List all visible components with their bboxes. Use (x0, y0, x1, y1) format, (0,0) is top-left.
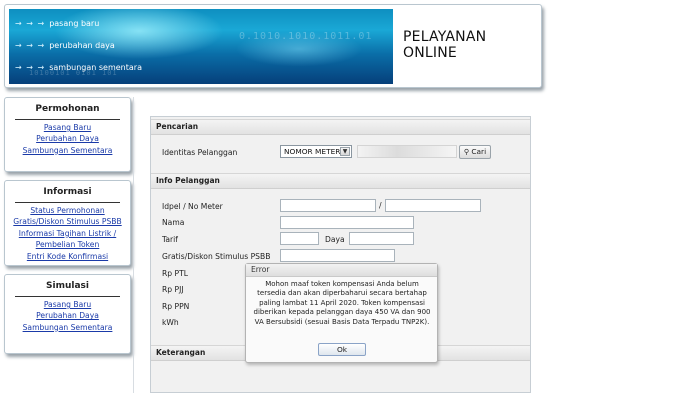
divider (15, 119, 120, 120)
idpel-field[interactable] (280, 199, 376, 212)
link-simulasi-perubahan-daya[interactable]: Perubahan Daya (5, 310, 130, 321)
search-icon: ⚲ (463, 148, 469, 156)
link-informasi-tagihan[interactable]: Informasi Tagihan Listrik / (5, 228, 130, 239)
identitas-label: Identitas Pelanggan (162, 148, 238, 157)
dialog-title: Error (246, 264, 437, 277)
link-gratis-diskon-stimulus[interactable]: Gratis/Diskon Stimulus PSBB (5, 216, 130, 227)
column-divider (133, 97, 134, 393)
simulasi-title: Simulasi (46, 281, 89, 291)
banner-link-perubahan-daya[interactable]: → → → perubahan daya (15, 41, 115, 50)
arrow-icons: → → → (15, 41, 46, 50)
rp-pjj-label: Rp PJJ (162, 285, 184, 294)
banner-link-sambungan-sementara[interactable]: → → → sambungan sementara (15, 63, 142, 72)
link-simulasi-sambungan-sementara[interactable]: Sambungan Sementara (5, 322, 130, 333)
divider (15, 296, 120, 297)
error-dialog: Error Mohon maaf token kompensasi Anda b… (245, 263, 438, 363)
ok-button[interactable]: Ok (318, 343, 366, 356)
identitas-type-select[interactable]: NOMOR METER ▼ (280, 145, 352, 158)
dialog-message: Mohon maaf token kompensasi Anda belum t… (253, 280, 431, 326)
cari-button[interactable]: ⚲ Cari (459, 145, 491, 159)
divider (15, 202, 120, 203)
simulasi-box: Simulasi Pasang Baru Perubahan Daya Samb… (4, 274, 131, 354)
tarif-label: Tarif (162, 235, 178, 244)
link-pembelian-token[interactable]: Pembelian Token (5, 239, 130, 250)
rp-ppn-label: Rp PPN (162, 302, 190, 311)
daya-label: Daya (325, 235, 345, 244)
link-pasang-baru[interactable]: Pasang Baru (5, 122, 130, 133)
link-simulasi-pasang-baru[interactable]: Pasang Baru (5, 299, 130, 310)
nama-field[interactable] (280, 216, 414, 229)
chevron-down-icon: ▼ (340, 147, 350, 156)
informasi-title: Informasi (43, 187, 92, 197)
daya-field[interactable] (349, 232, 414, 245)
tarif-field[interactable] (280, 232, 319, 245)
arrow-icons: → → → (15, 19, 46, 28)
no-meter-field[interactable] (385, 199, 481, 212)
header-banner: 0.1010.1010.1011.01 10100101 0101 101 → … (9, 9, 393, 84)
link-entri-kode-konfirmasi[interactable]: Entri Kode Konfirmasi (5, 251, 130, 262)
info-pelanggan-header: Info Pelanggan (151, 173, 530, 189)
link-perubahan-daya[interactable]: Perubahan Daya (5, 133, 130, 144)
gratis-diskon-label: Gratis/Diskon Stimulus PSBB (162, 252, 271, 261)
page: 0.1010.1010.1011.01 10100101 0101 101 → … (0, 0, 700, 393)
idpel-label: Idpel / No Meter (162, 202, 223, 211)
page-title: PELAYANAN ONLINE (403, 29, 487, 61)
identitas-input[interactable] (357, 145, 457, 158)
link-sambungan-sementara[interactable]: Sambungan Sementara (5, 145, 130, 156)
arrow-icons: → → → (15, 63, 46, 72)
banner-link-pasang-baru[interactable]: → → → pasang baru (15, 19, 99, 28)
site-header: 0.1010.1010.1011.01 10100101 0101 101 → … (4, 4, 542, 88)
permohonan-title: Permohonan (35, 104, 100, 114)
informasi-box: Informasi Status Permohonan Gratis/Disko… (4, 180, 131, 266)
rp-ptl-label: Rp PTL (162, 269, 188, 278)
link-status-permohonan[interactable]: Status Permohonan (5, 205, 130, 216)
kwh-label: kWh (162, 318, 179, 327)
permohonan-box: Permohonan Pasang Baru Perubahan Daya Sa… (4, 97, 131, 172)
nama-label: Nama (162, 218, 185, 227)
pencarian-header: Pencarian (151, 119, 530, 135)
gratis-diskon-field[interactable] (280, 249, 395, 262)
slash-separator: / (379, 201, 382, 210)
